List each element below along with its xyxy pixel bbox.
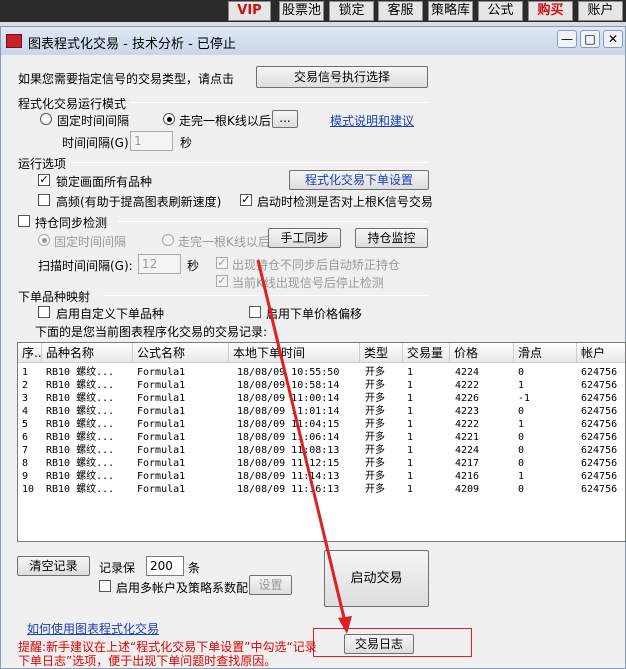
annotation-arrow (256, 259, 352, 634)
